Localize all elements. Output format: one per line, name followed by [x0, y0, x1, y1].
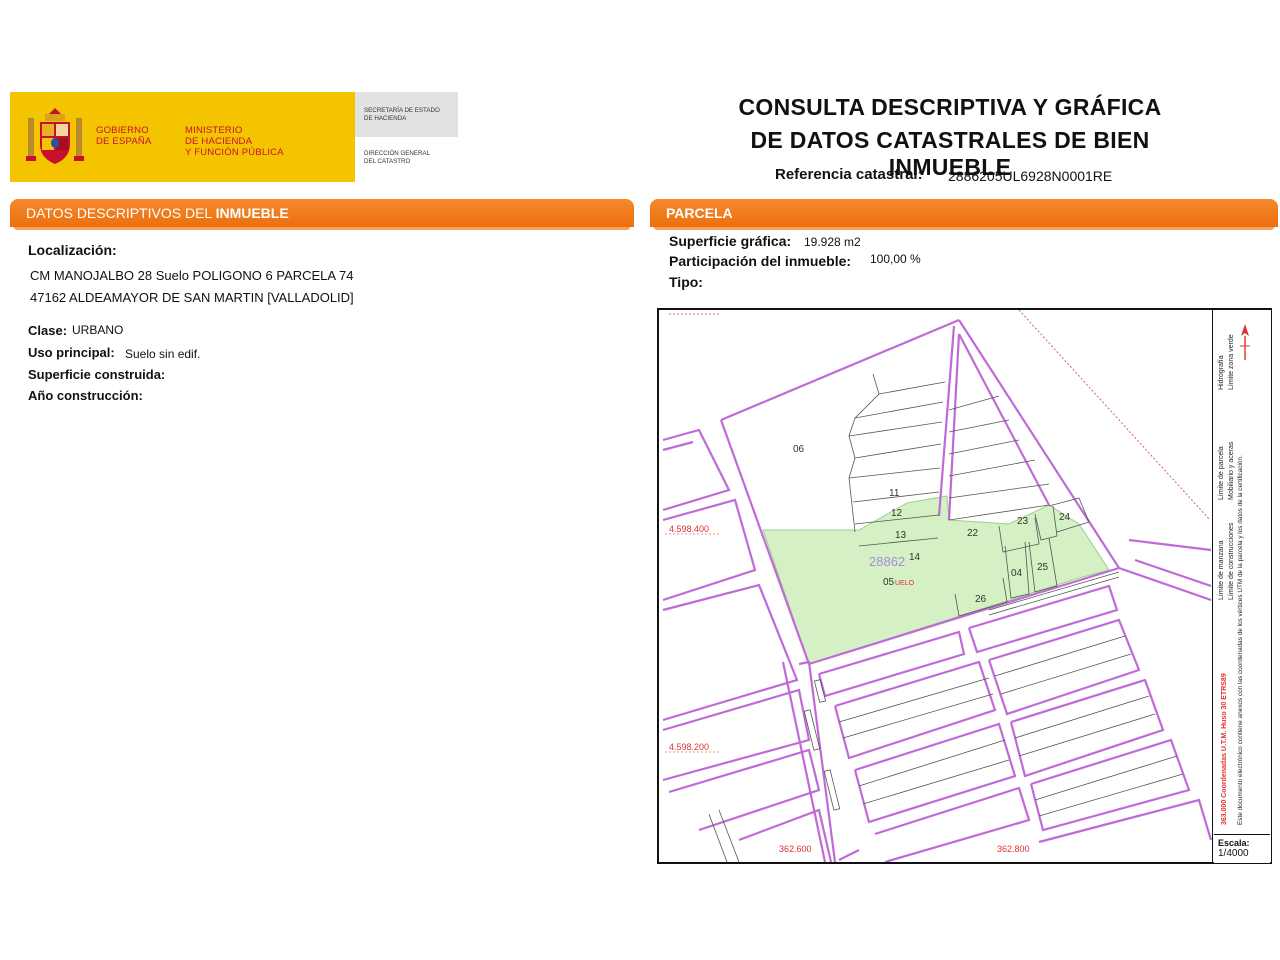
- boundary-line: [1018, 310, 1211, 521]
- superficie-construida-label: Superficie construida:: [28, 367, 166, 382]
- uso-principal-value: Suelo sin edif.: [125, 347, 201, 361]
- ref-catastral-label: Referencia catastral:: [775, 166, 923, 183]
- x-coordinate-label: 362.600: [779, 844, 812, 854]
- document-title-line1: CONSULTA DESCRIPTIVA Y GRÁFICA: [738, 94, 1162, 120]
- parcel-ref-label: 28862: [869, 554, 905, 569]
- coat-of-arms-icon: [26, 108, 84, 164]
- parcel-label: 22: [967, 528, 979, 539]
- scale-box: Escala: 1/4000: [1214, 834, 1270, 863]
- parcel-label: 13: [895, 530, 907, 541]
- clase-value: URBANO: [72, 323, 124, 337]
- section-title-bold: INMUEBLE: [215, 205, 289, 221]
- scale-label: Escala:: [1218, 838, 1250, 848]
- anio-construccion-label: Año construcción:: [28, 388, 143, 403]
- y-coordinate-label: 4.598.200: [669, 742, 709, 752]
- y-coordinate-label: 4.598.400: [669, 524, 709, 534]
- parcel-label: 06: [793, 444, 805, 455]
- section-bar-parcela: PARCELA: [650, 199, 1278, 230]
- x-coordinate-label: 362.800: [997, 844, 1030, 854]
- section-bar-datos-descriptivos: DATOS DESCRIPTIVOS DEL INMUEBLE: [10, 199, 634, 230]
- parcel-label: 23: [1017, 516, 1029, 527]
- tipo-label: Tipo:: [669, 274, 703, 290]
- gobierno-text: GOBIERNO DE ESPAÑA: [96, 125, 152, 147]
- legend-text: Límite de construcciones: [1228, 522, 1235, 600]
- ref-catastral-value: 2886205UL6928N0001RE: [948, 168, 1113, 184]
- uso-principal-label: Uso principal:: [28, 345, 115, 360]
- map-legend: Límite de manzana Límite de parcela Hidr…: [1212, 310, 1271, 862]
- legend-text: Límite zona verde: [1228, 334, 1235, 390]
- clase-label: Clase:: [28, 323, 68, 338]
- scale-value: 1/4000: [1218, 848, 1249, 859]
- cadastral-map: 06 11 12 13 14 22 23 24 04 25 26 28862 0…: [657, 308, 1272, 864]
- legend-text: Hidrografía: [1218, 355, 1225, 390]
- north-arrow-icon: [1240, 324, 1250, 360]
- superficie-grafica-label: Superficie gráfica:: [669, 233, 792, 249]
- parcel-05-label: 05: [883, 577, 895, 588]
- participacion-value: 100,00 %: [870, 252, 921, 266]
- participacion-label: Participación del inmueble:: [669, 253, 852, 269]
- address-line2: 47162 ALDEAMAYOR DE SAN MARTIN [VALLADOL…: [30, 290, 354, 305]
- government-logo: GOBIERNO DE ESPAÑA MINISTERIO DE HACIEND…: [10, 92, 458, 182]
- legend-footnote: Este documento electrónico contiene anex…: [1237, 455, 1244, 825]
- coordinate-system-note: 363.000 Coordenadas U.T.M. Huso 30 ETRS8…: [1221, 673, 1228, 825]
- parcel-label: 14: [909, 552, 921, 563]
- localizacion-label: Localización:: [28, 242, 117, 258]
- section-title-prefix: DATOS DESCRIPTIVOS DEL: [26, 205, 216, 221]
- parcel-label: 25: [1037, 562, 1049, 573]
- parcel-label: 11: [889, 488, 900, 499]
- parcel-label: 04: [1011, 568, 1023, 579]
- legend-text: Límite de parcela: [1218, 446, 1225, 500]
- direccion-text: DIRECCIÓN GENERAL DEL CATASTRO: [364, 150, 431, 165]
- ministerio-text: MINISTERIO DE HACIENDA Y FUNCIÓN PÚBLICA: [185, 125, 284, 158]
- address-line1: CM MANOJALBO 28 Suelo POLIGONO 6 PARCELA…: [30, 268, 354, 283]
- parcel-label: 12: [891, 508, 903, 519]
- legend-text: Límite de manzana: [1218, 540, 1225, 600]
- suelo-label: UELO: [895, 580, 915, 587]
- parcel-label: 24: [1059, 512, 1071, 523]
- legend-text: Mobiliario y aceras: [1228, 441, 1235, 500]
- map-drawing: 06 11 12 13 14 22 23 24 04 25 26 28862 0…: [662, 310, 1213, 862]
- superficie-grafica-value: 19.928 m2: [804, 235, 861, 249]
- parcel-label: 26: [975, 594, 987, 605]
- secretaria-text: SECRETARÍA DE ESTADO DE HACIENDA: [364, 107, 440, 122]
